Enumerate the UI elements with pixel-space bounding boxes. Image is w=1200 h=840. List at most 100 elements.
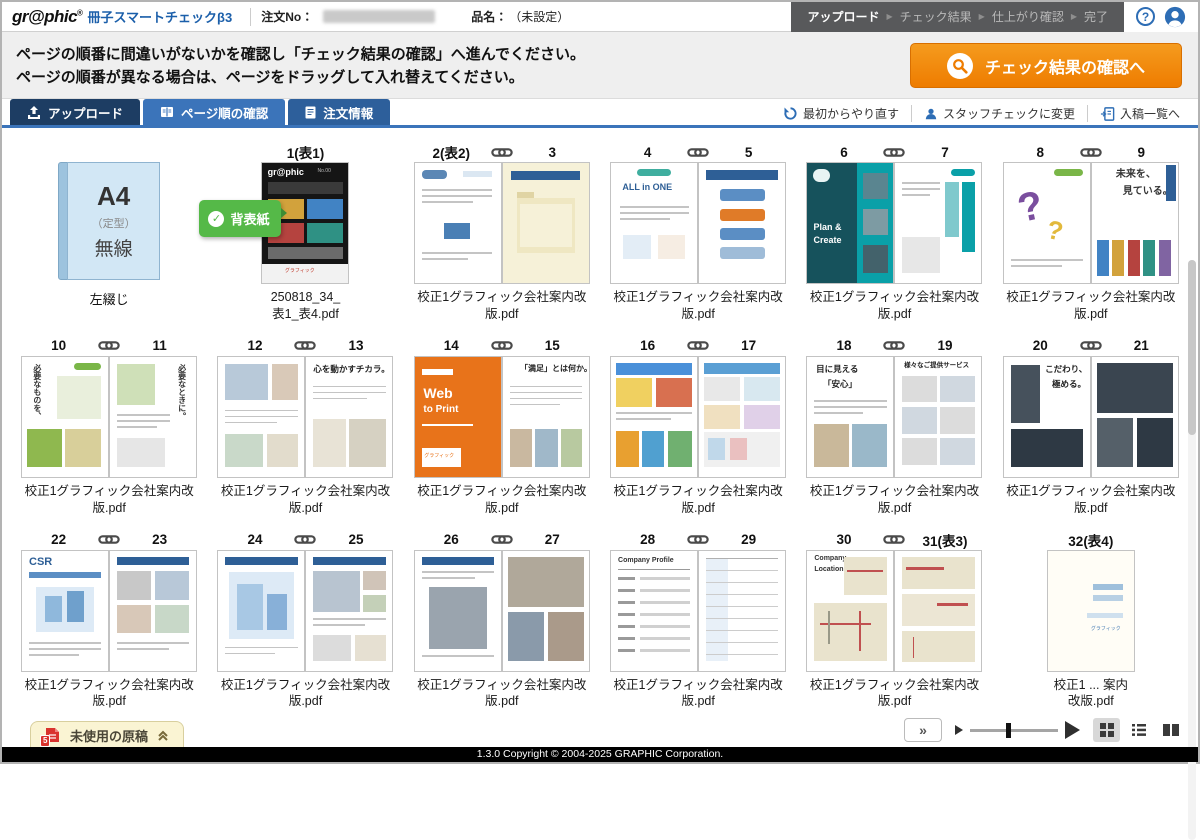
scrollbar-thumb[interactable] xyxy=(1188,260,1196,435)
link-icon[interactable] xyxy=(1078,340,1104,351)
spread-cell: 1819目に見える「安心」様々なご提供サービス校正1グラフィック会社案内改 版.… xyxy=(801,336,987,517)
page-numbers: 1011 xyxy=(21,336,197,356)
link-icon[interactable] xyxy=(685,147,711,158)
page-thumbnail-p29[interactable] xyxy=(698,550,786,672)
page-number: 3 xyxy=(515,145,590,160)
tab-order-info[interactable]: 注文情報 xyxy=(288,99,390,125)
link-icon[interactable] xyxy=(881,340,907,351)
page-thumbnail-p17[interactable] xyxy=(698,356,786,478)
spread-cell: 2829Company Profile校正1グラフィック会社案内改 版.pdf xyxy=(605,530,791,711)
list-view-icon xyxy=(1131,723,1147,737)
tab-upload[interactable]: アップロード xyxy=(10,99,140,125)
page-thumbnail-p7[interactable] xyxy=(894,162,982,284)
thumb-art xyxy=(1093,595,1124,601)
page-thumbnail-p16[interactable] xyxy=(610,356,698,478)
page-thumbnail-p31[interactable] xyxy=(894,550,982,672)
thumb-art xyxy=(307,199,343,219)
page-thumbnail-p14[interactable]: Webto Printグラフィック xyxy=(414,356,502,478)
user-account-icon[interactable] xyxy=(1164,6,1186,28)
page-thumbnail-p2[interactable] xyxy=(414,162,502,284)
page-thumbnail-p27[interactable] xyxy=(502,550,590,672)
page-thumbnail-p26[interactable] xyxy=(414,550,502,672)
page-thumbnail-p3[interactable] xyxy=(502,162,590,284)
page-numbers: 3031(表3) xyxy=(806,530,982,550)
page-number: 2(表2) xyxy=(414,142,489,162)
page-thumbnail-p11[interactable]: 必要なときに。 xyxy=(109,356,197,478)
large-size-icon[interactable] xyxy=(1065,721,1080,739)
help-icon[interactable]: ? xyxy=(1136,7,1155,26)
page-thumbnail-p9[interactable]: 未来を、見ている。 xyxy=(1091,162,1179,284)
link-icon[interactable] xyxy=(489,147,515,158)
page-thumbnail-p25[interactable] xyxy=(305,550,393,672)
small-size-icon[interactable] xyxy=(955,725,963,735)
thumb-art xyxy=(859,611,861,652)
page-number: 27 xyxy=(515,532,590,547)
link-icon[interactable] xyxy=(292,534,318,545)
page-thumbnail-p19[interactable]: 様々なご提供サービス xyxy=(894,356,982,478)
upload-icon xyxy=(27,106,41,119)
thumb-art xyxy=(117,605,151,634)
page-thumbnail-p13[interactable]: 心を動かすチカラ。 xyxy=(305,356,393,478)
thumb-art xyxy=(616,363,692,375)
page-thumbnail-p21[interactable] xyxy=(1091,356,1179,478)
link-icon[interactable] xyxy=(1078,147,1104,158)
restart-link[interactable]: 最初からやり直す xyxy=(771,105,911,122)
link-icon[interactable] xyxy=(881,534,907,545)
thumb-art xyxy=(422,424,474,426)
page-thumbnail-p22[interactable]: CSR xyxy=(21,550,109,672)
slider-track[interactable] xyxy=(970,729,1058,732)
thumb-art: 「満足」とは何か。 xyxy=(520,365,590,373)
page-thumbnail-p23[interactable] xyxy=(109,550,197,672)
link-icon[interactable] xyxy=(685,534,711,545)
page-thumbnail-p24[interactable] xyxy=(217,550,305,672)
order-no-redacted xyxy=(323,10,435,23)
unused-files-tab[interactable]: 5 未使用の原稿 xyxy=(30,721,184,748)
page-thumbnail-p5[interactable] xyxy=(698,162,786,284)
page-thumbnail-p32[interactable]: グラフィック xyxy=(1047,550,1135,672)
thumb-art xyxy=(640,649,690,652)
thumb-art xyxy=(945,182,959,237)
link-icon[interactable] xyxy=(685,340,711,351)
grid-view-button[interactable] xyxy=(1093,718,1120,742)
page-thumbnail-p10[interactable]: 必要なものを、 xyxy=(21,356,109,478)
thumb-art: gr@phic xyxy=(268,168,304,177)
page-thumbnail-p8[interactable]: ?? xyxy=(1003,162,1091,284)
file-name: 校正1グラフィック会社案内改 版.pdf xyxy=(1006,289,1175,323)
page-thumbnail-p20[interactable]: こだわり、極める。 xyxy=(1003,356,1091,478)
list-view-button[interactable] xyxy=(1125,718,1152,742)
thumb-art: 目に見える xyxy=(816,365,858,374)
spread-view-button[interactable] xyxy=(1157,718,1184,742)
page-thumbnail-p28[interactable]: Company Profile xyxy=(610,550,698,672)
thumb-art: Company Profile xyxy=(618,557,674,564)
thumb-art xyxy=(268,247,344,259)
tab-page-order-check[interactable]: ページ順の確認 xyxy=(143,99,285,125)
link-icon[interactable] xyxy=(96,340,122,351)
submission-list-link[interactable]: 入稿一覧へ xyxy=(1087,105,1192,122)
thumb-art xyxy=(706,558,778,560)
spread-cell: 67Plan &Create校正1グラフィック会社案内改 版.pdf xyxy=(801,142,987,323)
link-icon[interactable] xyxy=(96,534,122,545)
link-icon[interactable] xyxy=(292,340,318,351)
expand-panel-button[interactable]: » xyxy=(904,718,942,742)
staff-check-link[interactable]: スタッフチェックに変更 xyxy=(911,105,1087,122)
page-thumbnail-p4[interactable]: ALL in ONE xyxy=(610,162,698,284)
page-thumbnail-p6[interactable]: Plan &Create xyxy=(806,162,894,284)
thumb-art xyxy=(510,404,560,406)
page-thumbnail-p30[interactable]: CompanyLocation xyxy=(806,550,894,672)
thumb-art xyxy=(1054,169,1083,176)
link-icon[interactable] xyxy=(489,534,515,545)
thumb-art xyxy=(814,603,886,661)
link-icon[interactable] xyxy=(489,340,515,351)
slider-handle[interactable] xyxy=(1006,723,1011,738)
thumb-art xyxy=(704,405,740,429)
page-spread: 心を動かすチカラ。 xyxy=(217,356,393,478)
page-thumbnail-p15[interactable]: 「満足」とは何か。 xyxy=(502,356,590,478)
thumb-art xyxy=(237,584,263,630)
thumb-art xyxy=(1097,418,1133,467)
page-thumbnail-p18[interactable]: 目に見える「安心」 xyxy=(806,356,894,478)
page-thumbnail-p12[interactable] xyxy=(217,356,305,478)
confirm-check-result-button[interactable]: チェック結果の確認へ xyxy=(910,43,1182,88)
pages-grid: A4 （定型） 無線 左綴じ 1(表1)gr@phicNo.00グラフィック✓背… xyxy=(2,128,1198,710)
link-icon[interactable] xyxy=(881,147,907,158)
page-number: 22 xyxy=(21,532,96,547)
